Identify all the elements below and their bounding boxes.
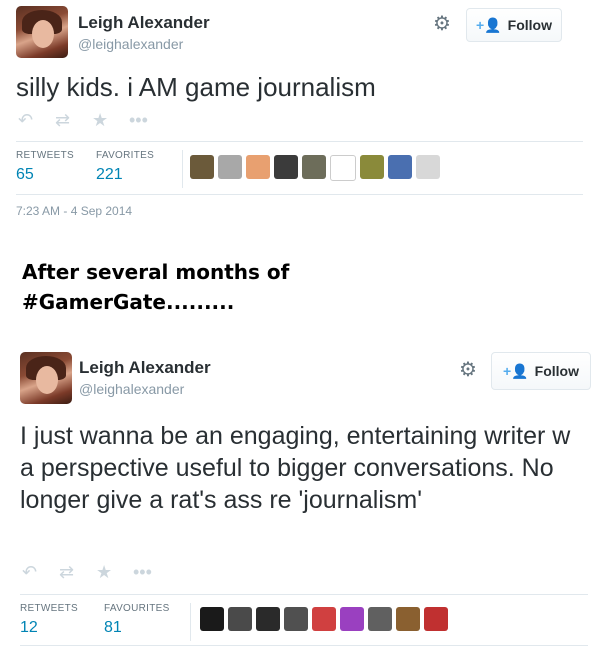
tweet-stats: RETWEETS 12 FAVOURITES 81 <box>20 594 588 646</box>
favoriter-avatar[interactable] <box>274 155 298 179</box>
favoriter-avatar[interactable] <box>330 155 356 181</box>
retweet-icon[interactable]: ⇄ <box>59 562 96 583</box>
reply-icon[interactable]: ↶ <box>18 110 55 131</box>
reply-icon[interactable]: ↶ <box>22 562 59 583</box>
favoriter-avatar[interactable] <box>218 155 242 179</box>
favoriter-avatar[interactable] <box>388 155 412 179</box>
stats-divider <box>182 150 183 188</box>
tweet-text: silly kids. i AM game journalism <box>16 72 376 102</box>
add-user-icon: +👤 <box>503 362 529 379</box>
tweet-actions: ↶ ⇄ ★ ••• <box>18 110 166 131</box>
tweet-timestamp[interactable]: 7:23 AM - 4 Sep 2014 <box>16 204 132 218</box>
favorites-count: 81 <box>104 619 122 636</box>
gear-icon[interactable]: ⚙ <box>458 360 478 380</box>
avatar[interactable] <box>20 352 72 404</box>
user-handle[interactable]: @leighalexander <box>79 381 184 397</box>
follow-button[interactable]: +👤 Follow <box>466 8 562 42</box>
more-icon[interactable]: ••• <box>129 110 166 131</box>
follow-label: Follow <box>507 17 552 33</box>
favoriter-avatar[interactable] <box>256 607 280 631</box>
tweet-stats: RETWEETS 65 FAVORITES 221 <box>16 141 583 195</box>
retweets-label: RETWEETS <box>20 603 78 614</box>
favoriter-avatar[interactable] <box>190 155 214 179</box>
retweets-count: 65 <box>16 166 34 183</box>
follow-label: Follow <box>534 363 579 379</box>
favoriter-avatar[interactable] <box>424 607 448 631</box>
retweets-label: RETWEETS <box>16 150 74 161</box>
favoriter-avatar[interactable] <box>368 607 392 631</box>
retweets-count: 12 <box>20 619 38 636</box>
favoriter-avatar[interactable] <box>360 155 384 179</box>
user-name[interactable]: Leigh Alexander <box>78 13 210 33</box>
favorites-stat[interactable]: FAVOURITES 81 <box>104 603 170 637</box>
tweet-text: I just wanna be an engaging, entertainin… <box>20 422 571 514</box>
favoriter-avatar[interactable] <box>340 607 364 631</box>
favorites-label: FAVOURITES <box>104 603 170 614</box>
user-handle[interactable]: @leighalexander <box>78 36 183 52</box>
favoriter-avatar[interactable] <box>228 607 252 631</box>
more-icon[interactable]: ••• <box>133 562 170 583</box>
favoriter-avatar[interactable] <box>284 607 308 631</box>
favorites-stat[interactable]: FAVORITES 221 <box>96 150 154 184</box>
favoriter-avatars <box>200 607 448 631</box>
favorites-count: 221 <box>96 166 123 183</box>
tweet-actions: ↶ ⇄ ★ ••• <box>22 562 170 583</box>
favoriter-avatar[interactable] <box>246 155 270 179</box>
favorites-label: FAVORITES <box>96 150 155 161</box>
caption-line-1: After several months of <box>22 260 290 284</box>
favoriter-avatar[interactable] <box>302 155 326 179</box>
favoriter-avatar[interactable] <box>312 607 336 631</box>
follow-button[interactable]: +👤 Follow <box>491 352 591 390</box>
favoriter-avatars <box>190 155 440 181</box>
favoriter-avatar[interactable] <box>416 155 440 179</box>
retweets-stat[interactable]: RETWEETS 12 <box>20 603 78 637</box>
tweet-1: Leigh Alexander @leighalexander ⚙ +👤 Fol… <box>0 0 599 230</box>
star-icon[interactable]: ★ <box>92 110 129 131</box>
stats-divider <box>190 603 191 641</box>
retweets-stat[interactable]: RETWEETS 65 <box>16 150 74 184</box>
caption-line-2: #GamerGate......... <box>22 290 235 314</box>
add-user-icon: +👤 <box>476 16 502 33</box>
gear-icon[interactable]: ⚙ <box>432 14 452 34</box>
star-icon[interactable]: ★ <box>96 562 133 583</box>
avatar[interactable] <box>16 6 68 58</box>
user-name[interactable]: Leigh Alexander <box>79 358 211 378</box>
favoriter-avatar[interactable] <box>396 607 420 631</box>
retweet-icon[interactable]: ⇄ <box>55 110 92 131</box>
tweet-2: Leigh Alexander @leighalexander ⚙ +👤 Fol… <box>0 340 599 657</box>
favoriter-avatar[interactable] <box>200 607 224 631</box>
